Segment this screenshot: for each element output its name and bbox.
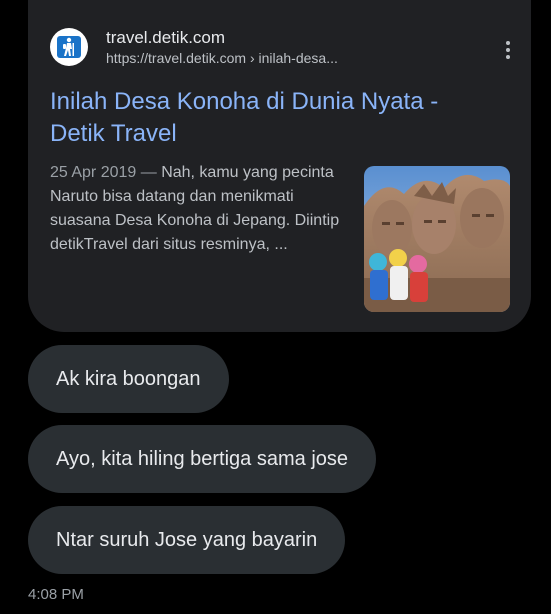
hiker-icon [57, 36, 81, 58]
message-text: Ayo, kita hiling bertiga sama jose [56, 448, 349, 470]
result-thumbnail[interactable] [364, 166, 510, 312]
message-bubble[interactable]: Ayo, kita hiling bertiga sama jose [28, 425, 377, 493]
message-text: Ak kira boongan [56, 368, 201, 390]
result-title-link[interactable]: Inilah Desa Konoha di Dunia Nyata - Deti… [50, 86, 490, 150]
site-info: travel.detik.com https://travel.detik.co… [50, 28, 520, 72]
message-bubble[interactable]: Ak kira boongan [28, 345, 229, 413]
more-vert-icon[interactable] [496, 38, 520, 62]
site-url[interactable]: https://travel.detik.com › inilah-desa..… [106, 50, 338, 66]
date-separator: — [136, 164, 162, 181]
site-name: travel.detik.com [106, 28, 226, 47]
message-timestamp: 4:08 PM [28, 586, 84, 603]
message-text: Ntar suruh Jose yang bayarin [56, 529, 318, 551]
result-snippet: 25 Apr 2019 — Nah, kamu yang pecinta Nar… [50, 161, 350, 257]
result-date: 25 Apr 2019 [50, 164, 137, 181]
site-favicon [50, 28, 88, 66]
message-bubble[interactable]: Ntar suruh Jose yang bayarin [28, 506, 346, 574]
link-preview-card[interactable]: travel.detik.com https://travel.detik.co… [28, 0, 531, 332]
